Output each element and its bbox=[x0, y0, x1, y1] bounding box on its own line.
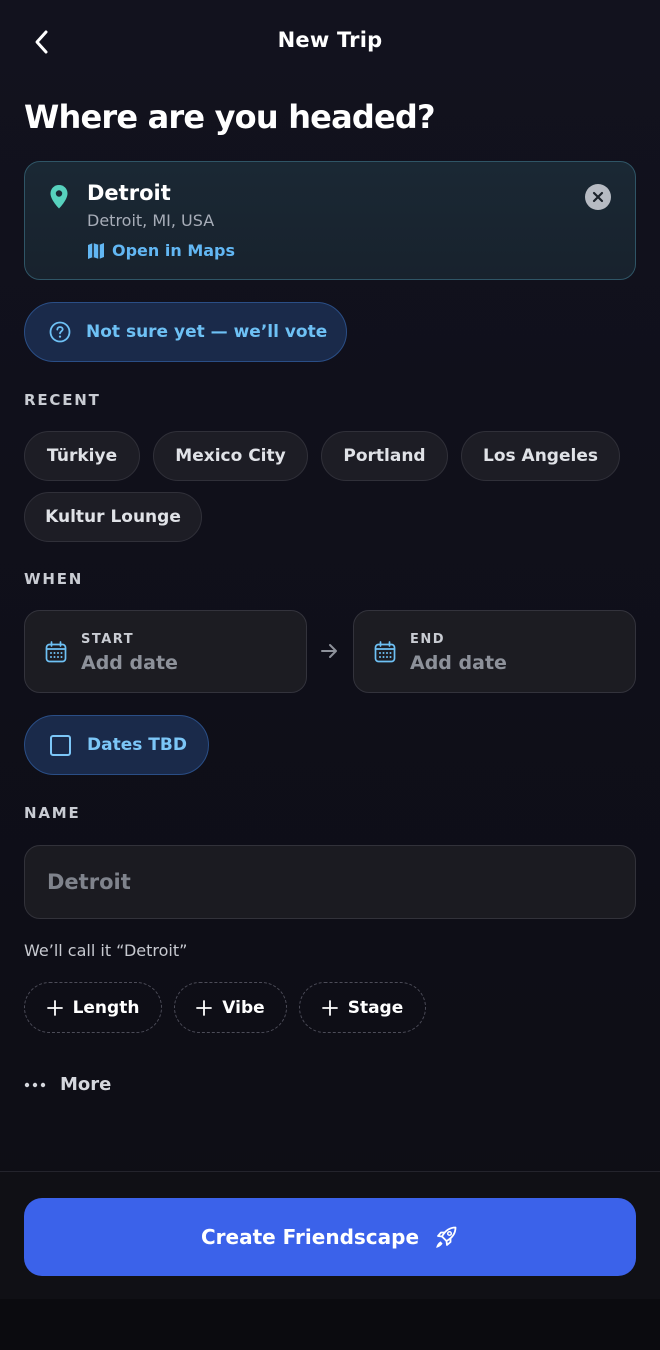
arrow-right-icon bbox=[321, 644, 337, 658]
trip-name-input[interactable] bbox=[24, 845, 636, 919]
more-label: More bbox=[60, 1074, 112, 1095]
plus-icon bbox=[46, 999, 63, 1016]
add-length-button[interactable]: Length bbox=[24, 982, 162, 1033]
vote-on-destination-button[interactable]: Not sure yet — we’ll vote bbox=[24, 302, 347, 362]
open-in-maps-link[interactable]: Open in Maps bbox=[87, 241, 235, 260]
ellipsis-icon bbox=[24, 1082, 46, 1087]
home-indicator-area bbox=[0, 1299, 660, 1350]
calendar-icon bbox=[374, 641, 396, 663]
page-title: New Trip bbox=[277, 28, 383, 52]
dates-tbd-checkbox[interactable]: Dates TBD bbox=[24, 715, 209, 775]
vote-label: Not sure yet — we’ll vote bbox=[86, 322, 328, 342]
rocket-icon bbox=[436, 1226, 457, 1248]
clear-destination-button[interactable] bbox=[585, 184, 611, 210]
map-icon bbox=[88, 242, 104, 259]
name-section-label: NAME bbox=[24, 804, 81, 822]
start-date-value: Add date bbox=[81, 652, 178, 674]
recent-chip[interactable]: Los Angeles bbox=[461, 431, 620, 481]
plus-icon bbox=[196, 999, 213, 1016]
add-stage-button[interactable]: Stage bbox=[299, 982, 426, 1033]
calendar-icon bbox=[45, 641, 67, 663]
add-stage-label: Stage bbox=[347, 997, 404, 1018]
recent-section-label: RECENT bbox=[24, 391, 101, 409]
start-date-field[interactable]: START Add date bbox=[24, 610, 307, 693]
new-trip-screen: New Trip Where are you headed? Detroit D… bbox=[0, 0, 660, 1350]
end-date-field[interactable]: END Add date bbox=[353, 610, 636, 693]
destination-name: Detroit bbox=[87, 181, 171, 205]
add-vibe-button[interactable]: Vibe bbox=[174, 982, 287, 1033]
map-pin-icon bbox=[50, 185, 68, 209]
recent-chip[interactable]: Mexico City bbox=[153, 431, 308, 481]
end-date-value: Add date bbox=[410, 652, 507, 674]
open-in-maps-label: Open in Maps bbox=[112, 241, 236, 260]
add-length-label: Length bbox=[72, 997, 140, 1018]
recent-chip[interactable]: Türkiye bbox=[24, 431, 140, 481]
selected-destination-card[interactable]: Detroit Detroit, MI, USA Open in Maps bbox=[24, 161, 636, 280]
create-friendscape-button[interactable]: Create Friendscape bbox=[24, 1198, 636, 1276]
plus-icon bbox=[321, 999, 338, 1016]
create-friendscape-label: Create Friendscape bbox=[200, 1225, 420, 1249]
checkbox-icon bbox=[50, 734, 71, 756]
add-vibe-label: Vibe bbox=[222, 997, 265, 1018]
recent-chip[interactable]: Portland bbox=[321, 431, 448, 481]
bottom-action-bar: Create Friendscape bbox=[0, 1171, 660, 1299]
dates-tbd-label: Dates TBD bbox=[87, 735, 187, 755]
end-date-label: END bbox=[410, 632, 446, 647]
question-circle-icon bbox=[49, 321, 71, 343]
recent-chip[interactable]: Kultur Lounge bbox=[24, 492, 202, 542]
destination-location: Detroit, MI, USA bbox=[87, 211, 215, 230]
trip-name-hint: We’ll call it “Detroit” bbox=[24, 941, 188, 960]
start-date-label: START bbox=[81, 632, 135, 647]
nav-bar: New Trip bbox=[0, 0, 660, 86]
close-icon bbox=[592, 191, 604, 203]
more-options-button[interactable]: More bbox=[24, 1074, 111, 1095]
when-section-label: WHEN bbox=[24, 570, 84, 588]
destination-heading: Where are you headed? bbox=[24, 98, 436, 136]
